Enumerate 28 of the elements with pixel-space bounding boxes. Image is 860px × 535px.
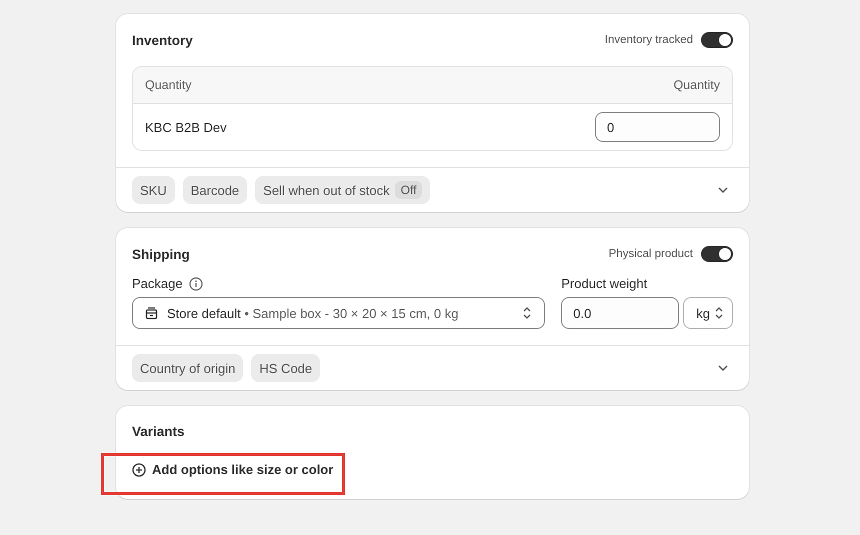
status-badge: Off bbox=[394, 181, 422, 199]
field-chip[interactable]: Barcode bbox=[182, 176, 248, 204]
card-title: Variants bbox=[132, 424, 185, 439]
column-header: Quantity bbox=[145, 78, 192, 92]
toggle-switch[interactable] bbox=[701, 246, 733, 262]
card-title: Inventory bbox=[132, 32, 193, 48]
chevron-up-down-icon bbox=[522, 306, 532, 320]
info-icon[interactable] bbox=[188, 276, 203, 290]
field-chip[interactable]: HS Code bbox=[251, 354, 320, 382]
quantity-input[interactable]: 0 bbox=[595, 112, 720, 142]
field-label: Package bbox=[132, 276, 183, 291]
field-chip[interactable]: Country of origin bbox=[132, 354, 244, 382]
field-label: Product weight bbox=[561, 276, 648, 291]
chevron-up-down-icon bbox=[714, 306, 724, 320]
toggle-label: Inventory tracked bbox=[604, 34, 693, 46]
field-chip[interactable]: SKU bbox=[132, 176, 175, 204]
unit-select[interactable]: kg bbox=[683, 297, 733, 329]
location-name: KBC B2B Dev bbox=[145, 120, 227, 134]
box-icon bbox=[145, 306, 158, 320]
card-title: Shipping bbox=[132, 246, 190, 262]
add-options-button[interactable]: Add options like size or color bbox=[132, 461, 340, 499]
column-header: Quantity bbox=[673, 78, 720, 92]
package-select[interactable]: Store default • Sample box - 30 × 20 × 15 cm, 0 kg bbox=[132, 297, 546, 329]
weight-input[interactable]: 0.0 bbox=[561, 297, 680, 329]
toggle-switch[interactable] bbox=[701, 32, 733, 48]
toggle-label: Physical product bbox=[608, 248, 693, 260]
field-chip[interactable]: Sell when out of stock Off bbox=[255, 176, 430, 204]
plus-circle-icon bbox=[132, 462, 146, 476]
